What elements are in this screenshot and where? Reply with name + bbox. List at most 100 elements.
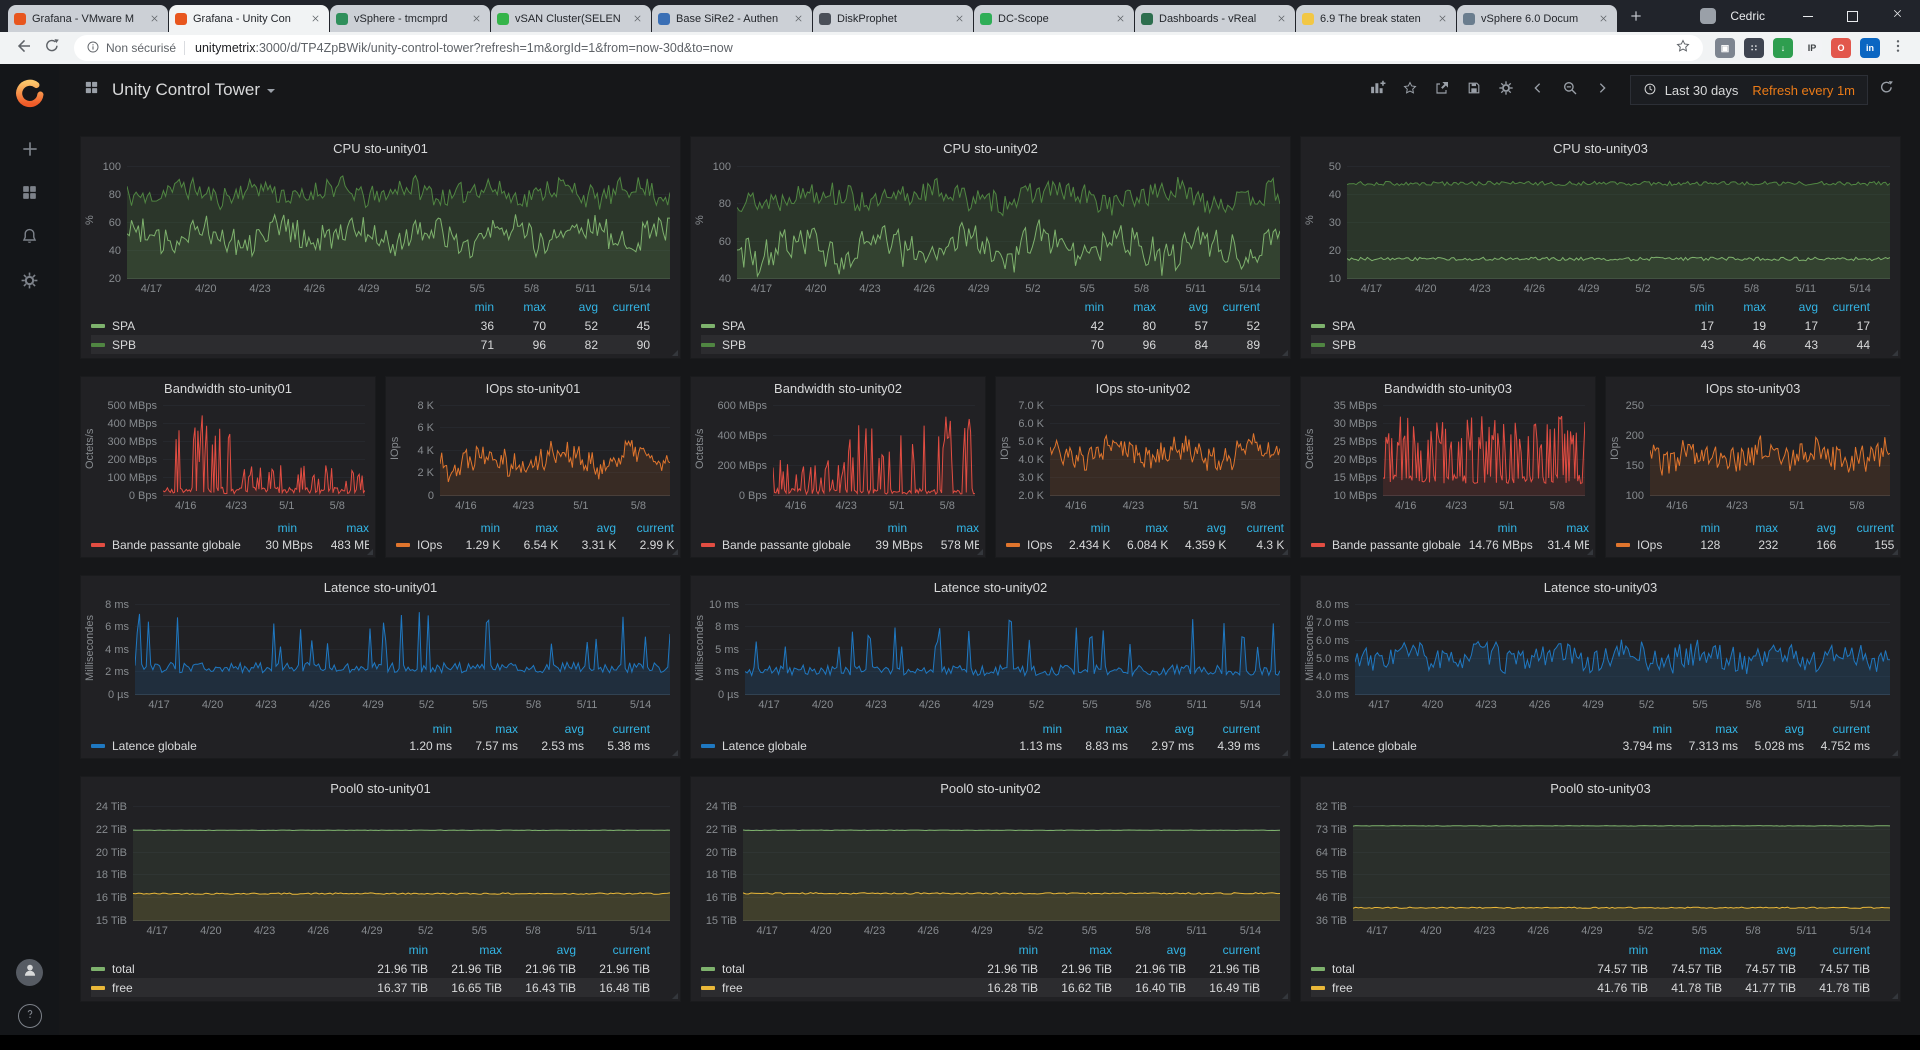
tab-close-icon[interactable] — [951, 11, 967, 27]
tab-close-icon[interactable] — [790, 11, 806, 27]
browser-tab[interactable]: Grafana - Unity Con — [169, 5, 329, 32]
tab-close-icon[interactable] — [1112, 11, 1128, 27]
panel-title[interactable]: Latence sto-unity03 — [1301, 576, 1900, 600]
chart[interactable] — [163, 401, 365, 496]
legend-column-header[interactable]: min — [1052, 521, 1110, 535]
sidebar-item-alerting[interactable] — [0, 217, 59, 261]
legend-series-name[interactable]: Bande passante globale — [112, 538, 241, 552]
panel-title[interactable]: IOps sto-unity02 — [996, 377, 1290, 401]
browser-tab[interactable]: DiskProphet — [813, 5, 973, 32]
legend-column-header[interactable]: avg — [1778, 521, 1836, 535]
profile-name[interactable]: Cedric — [1730, 9, 1765, 23]
legend-column-header[interactable]: max — [428, 943, 502, 957]
star-dashboard-button[interactable] — [1396, 77, 1424, 103]
tab-close-icon[interactable] — [629, 11, 645, 27]
security-chip[interactable]: Non sécurisé — [74, 40, 184, 57]
chart[interactable] — [745, 600, 1280, 695]
legend-series-name[interactable]: Latence globale — [112, 739, 197, 753]
address-bar[interactable]: Non sécurisé unitymetrix:3000/d/TP4ZpBWi… — [74, 35, 1703, 61]
sidebar-item-dashboards[interactable] — [0, 173, 59, 217]
legend-series-name[interactable]: IOps — [417, 538, 442, 552]
legend-column-header[interactable]: current — [598, 300, 650, 314]
sidebar-item-create[interactable] — [0, 129, 59, 173]
legend-column-header[interactable]: min — [354, 943, 428, 957]
browser-tab[interactable]: DC-Scope — [974, 5, 1134, 32]
legend-series-name[interactable]: SPA — [722, 319, 745, 333]
legend-column-header[interactable]: current — [1226, 521, 1284, 535]
panel-title[interactable]: Pool0 sto-unity02 — [691, 777, 1290, 801]
tab-close-icon[interactable] — [146, 11, 162, 27]
legend-column-header[interactable]: avg — [502, 943, 576, 957]
legend-series-name[interactable]: IOps — [1637, 538, 1662, 552]
legend-column-header[interactable]: max — [1110, 521, 1168, 535]
legend-column-header[interactable]: max — [494, 300, 546, 314]
browser-tab[interactable]: Base SiRe2 - Authen — [652, 5, 812, 32]
profile-badge-icon[interactable] — [1700, 8, 1717, 24]
capture-extension-icon[interactable]: ▣ — [1715, 38, 1735, 58]
legend-series-name[interactable]: total — [1332, 962, 1355, 976]
chart[interactable] — [773, 401, 975, 496]
maximize-button[interactable] — [1830, 0, 1875, 32]
legend-series-name[interactable]: total — [722, 962, 745, 976]
browser-menu-button[interactable] — [1890, 38, 1906, 59]
url-text[interactable]: unitymetrix:3000/d/TP4ZpBWik/unity-contr… — [195, 41, 1663, 55]
legend-series-name[interactable]: SPA — [1332, 319, 1355, 333]
legend-series-name[interactable]: IOps — [1027, 538, 1052, 552]
chart[interactable] — [1050, 401, 1280, 496]
browser-tab[interactable]: vSAN Cluster(SELEN — [491, 5, 651, 32]
user-avatar[interactable] — [16, 959, 43, 986]
legend-column-header[interactable]: avg — [1168, 521, 1226, 535]
browser-tab[interactable]: vSphere 6.0 Docum — [1457, 5, 1617, 32]
legend-column-header[interactable]: max — [297, 521, 369, 535]
browser-tab[interactable]: vSphere - tmcmprd — [330, 5, 490, 32]
legend-series-name[interactable]: SPB — [722, 338, 746, 352]
download-extension-icon[interactable]: ↓ — [1773, 38, 1793, 58]
legend-column-header[interactable]: min — [442, 300, 494, 314]
panel-title[interactable]: CPU sto-unity03 — [1301, 137, 1900, 161]
legend-column-header[interactable]: min — [1662, 300, 1714, 314]
dashboard-settings-button[interactable] — [1492, 77, 1520, 103]
chart[interactable] — [133, 801, 670, 921]
legend-column-header[interactable]: current — [1804, 722, 1870, 736]
legend-column-header[interactable]: avg — [1156, 300, 1208, 314]
tab-close-icon[interactable] — [468, 11, 484, 27]
tab-close-icon[interactable] — [307, 11, 323, 27]
panel-title[interactable]: Bandwidth sto-unity02 — [691, 377, 985, 401]
legend-series-name[interactable]: Latence globale — [1332, 739, 1417, 753]
legend-column-header[interactable]: min — [996, 722, 1062, 736]
legend-column-header[interactable]: current — [1208, 300, 1260, 314]
blocker-extension-icon[interactable]: O — [1831, 38, 1851, 58]
legend-column-header[interactable]: current — [616, 521, 674, 535]
zoom-out-button[interactable] — [1556, 77, 1584, 103]
browser-tab[interactable]: Grafana - VMware M — [8, 5, 168, 32]
time-range-picker[interactable]: Last 30 days Refresh every 1m — [1629, 75, 1868, 105]
dashboard-title[interactable]: Unity Control Tower — [112, 80, 260, 100]
panel-title[interactable]: Latence sto-unity02 — [691, 576, 1290, 600]
chart[interactable] — [440, 401, 670, 496]
panel-title[interactable]: CPU sto-unity02 — [691, 137, 1290, 161]
panel-title[interactable]: Pool0 sto-unity01 — [81, 777, 680, 801]
panel-title[interactable]: Latence sto-unity01 — [81, 576, 680, 600]
add-panel-button[interactable] — [1364, 77, 1392, 103]
legend-series-name[interactable]: SPB — [1332, 338, 1356, 352]
new-tab-button[interactable] — [1624, 6, 1648, 30]
legend-column-header[interactable]: min — [1606, 722, 1672, 736]
tab-close-icon[interactable] — [1434, 11, 1450, 27]
panel-title[interactable]: CPU sto-unity01 — [81, 137, 680, 161]
save-dashboard-button[interactable] — [1460, 77, 1488, 103]
legend-column-header[interactable]: max — [1038, 943, 1112, 957]
legend-column-header[interactable]: min — [1574, 943, 1648, 957]
legend-series-name[interactable]: free — [112, 981, 133, 995]
legend-column-header[interactable]: avg — [1766, 300, 1818, 314]
legend-column-header[interactable]: max — [452, 722, 518, 736]
panel-title[interactable]: IOps sto-unity01 — [386, 377, 680, 401]
chart[interactable] — [1355, 600, 1890, 695]
legend-column-header[interactable]: avg — [1128, 722, 1194, 736]
legend-series-name[interactable]: total — [112, 962, 135, 976]
chart[interactable] — [737, 161, 1280, 279]
legend-column-header[interactable]: current — [584, 722, 650, 736]
legend-column-header[interactable]: min — [1662, 521, 1720, 535]
legend-column-header[interactable]: min — [442, 521, 500, 535]
chart[interactable] — [743, 801, 1280, 921]
legend-column-header[interactable]: min — [835, 521, 907, 535]
